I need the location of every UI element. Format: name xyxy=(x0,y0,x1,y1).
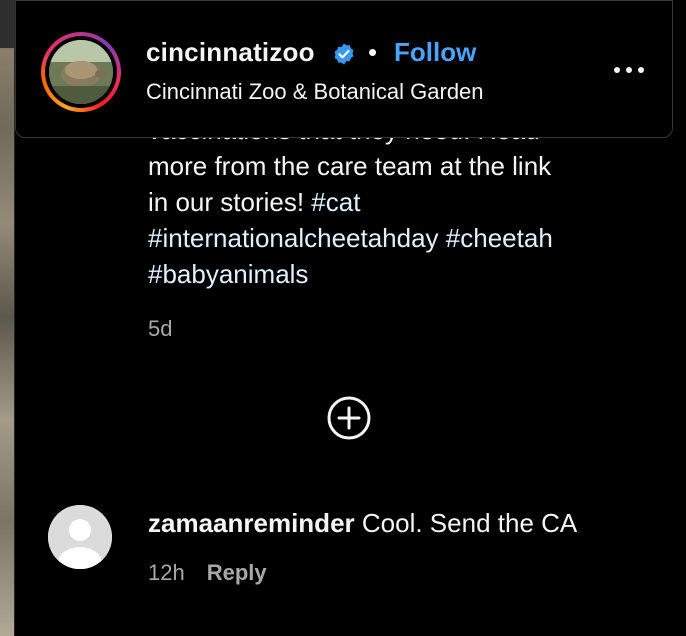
background-topbar xyxy=(0,0,14,48)
post-modal-view: vaccinations that they need. Read more f… xyxy=(0,0,686,636)
load-more-comments-button[interactable] xyxy=(326,395,372,441)
caption-line: in our stories! #cat xyxy=(148,184,648,220)
comment-avatar[interactable] xyxy=(48,505,112,569)
hashtag-link[interactable]: #cheetah xyxy=(446,223,553,253)
comment-username[interactable]: zamaanreminder xyxy=(148,508,355,538)
hashtag-link[interactable]: #internationalcheetahday xyxy=(148,223,439,253)
tortoise-avatar-image xyxy=(49,40,113,104)
caption-line: more from the care team at the link xyxy=(148,151,552,181)
story-ring-avatar[interactable] xyxy=(41,32,121,112)
post-timestamp[interactable]: 5d xyxy=(148,316,172,342)
post-header: cincinnatizoo • Follow Cincinnati Zoo & … xyxy=(15,0,673,138)
avatar xyxy=(49,40,113,104)
profile-full-name: Cincinnati Zoo & Botanical Garden xyxy=(146,79,484,104)
caption-line: #babyanimals xyxy=(148,256,648,292)
comment-meta: 12h Reply xyxy=(148,560,267,586)
caption-line: #internationalcheetahday #cheetah xyxy=(148,220,648,256)
comment-timestamp[interactable]: 12h xyxy=(148,560,185,585)
caption-text: in our stories! xyxy=(148,187,312,217)
default-user-icon xyxy=(48,505,112,569)
comment-body: zamaanreminder Cool. Send the CA xyxy=(148,508,577,539)
reply-button[interactable]: Reply xyxy=(207,560,267,585)
verified-badge-icon xyxy=(334,43,354,65)
post-caption: vaccinations that they need. Read more f… xyxy=(148,112,648,292)
comment-text: Cool. Send the CA xyxy=(361,508,578,538)
more-options-icon[interactable] xyxy=(612,59,646,81)
profile-username[interactable]: cincinnatizoo xyxy=(146,37,315,68)
dot xyxy=(614,67,620,73)
hashtag-link[interactable]: #babyanimals xyxy=(148,259,308,289)
comments-panel: vaccinations that they need. Read more f… xyxy=(14,0,686,636)
dot xyxy=(626,67,632,73)
avatar-border xyxy=(45,36,117,108)
background-photo-strip xyxy=(0,0,14,636)
dot xyxy=(638,67,644,73)
plus-circle-icon xyxy=(327,396,371,440)
follow-button[interactable]: Follow xyxy=(394,37,476,68)
separator-dot: • xyxy=(368,37,378,67)
hashtag-link[interactable]: #cat xyxy=(311,187,360,217)
